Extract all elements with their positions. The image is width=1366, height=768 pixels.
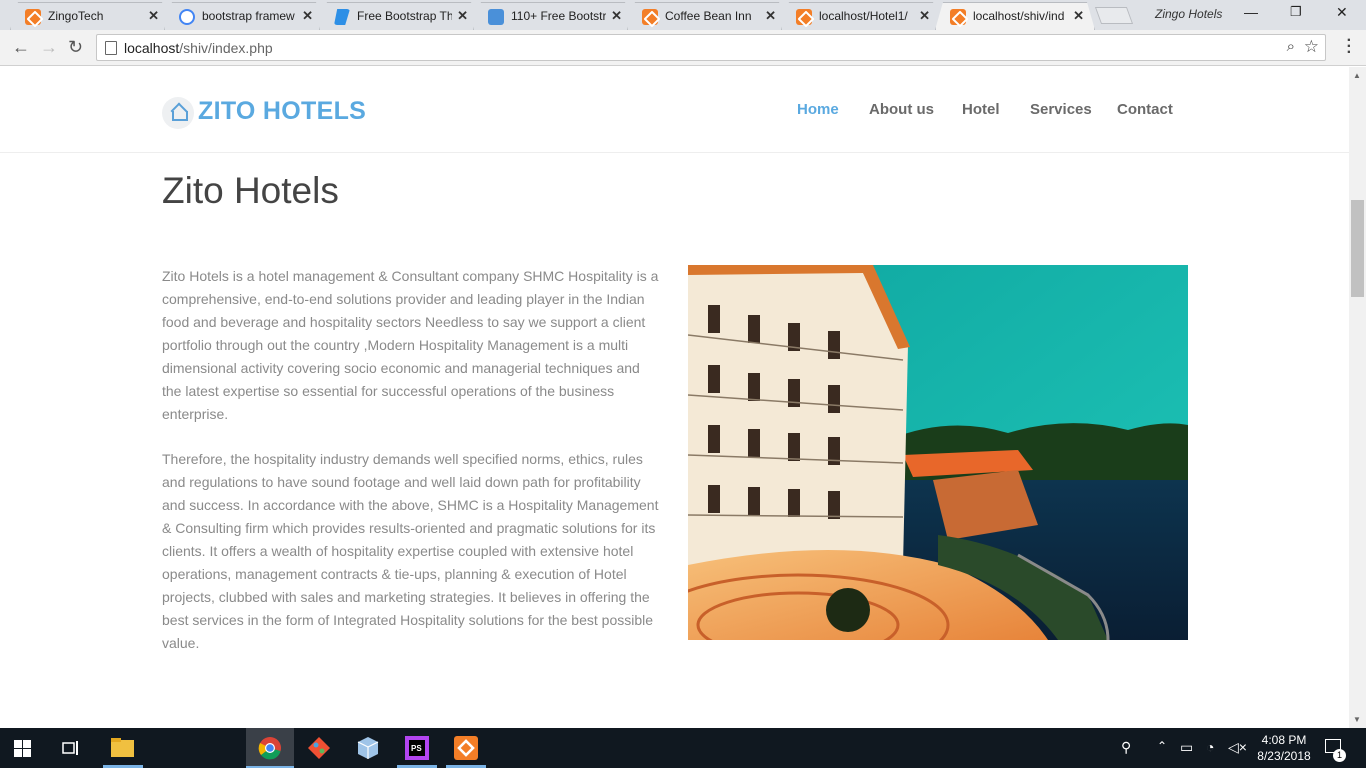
- bookmark-star-icon[interactable]: ☆: [1304, 37, 1319, 57]
- zoom-icon[interactable]: ⌕: [1287, 38, 1295, 55]
- site-header: ZITO HOTELS Home About us Hotel Services…: [0, 67, 1349, 153]
- google-icon: [179, 9, 195, 25]
- close-tab-icon[interactable]: ✕: [1073, 8, 1084, 24]
- people-icon[interactable]: ⚲: [1121, 739, 1131, 756]
- close-tab-icon[interactable]: ✕: [148, 8, 159, 24]
- sourcetree-icon[interactable]: [307, 736, 331, 760]
- page-info-icon[interactable]: [105, 41, 117, 55]
- file-icon: [488, 9, 504, 25]
- page-scrollbar[interactable]: ▲ ▼: [1349, 67, 1366, 728]
- scroll-up-icon[interactable]: ▲: [1353, 71, 1361, 80]
- notification-count-badge: 1: [1333, 749, 1346, 762]
- windows-taskbar: PS ⚲ ⌃ ▭ ◔ ◁× 4:08 PM 8/23/2018 1: [0, 728, 1366, 768]
- page-viewport: ZITO HOTELS Home About us Hotel Services…: [0, 67, 1349, 728]
- scroll-down-icon[interactable]: ▼: [1353, 715, 1361, 724]
- home-logo-icon[interactable]: [162, 97, 194, 129]
- page-title: Zito Hotels: [162, 170, 339, 211]
- xampp-icon: [796, 9, 812, 25]
- hotel-photo: [688, 265, 1188, 640]
- browser-tab[interactable]: ZingoTech ✕: [10, 2, 170, 30]
- tray-chevron-icon[interactable]: ⌃: [1157, 739, 1167, 753]
- browser-toolbar: ← → ↻ localhost/shiv/index.php ⌕ ☆ · · ·: [0, 30, 1366, 66]
- browser-tab[interactable]: 110+ Free Bootstr ✕: [473, 2, 633, 30]
- battery-icon[interactable]: ▭: [1180, 739, 1193, 756]
- clock-date: 8/23/2018: [1257, 749, 1311, 763]
- about-text: Zito Hotels is a hotel management & Cons…: [162, 265, 662, 677]
- nav-hotel[interactable]: Hotel: [962, 101, 1000, 118]
- bootstrap-icon: [334, 9, 350, 25]
- tab-title: 110+ Free Bootstr: [511, 9, 606, 23]
- about-paragraph: Therefore, the hospitality industry dema…: [162, 451, 659, 651]
- address-bar[interactable]: localhost/shiv/index.php ⌕ ☆: [96, 34, 1326, 61]
- url-host: localhost: [124, 40, 180, 56]
- close-tab-icon[interactable]: ✕: [765, 8, 776, 24]
- url-text[interactable]: localhost/shiv/index.php: [124, 40, 273, 56]
- tab-title: localhost/shiv/ind: [973, 9, 1065, 23]
- xampp-icon: [642, 9, 658, 25]
- nav-contact[interactable]: Contact: [1117, 101, 1173, 118]
- close-tab-icon[interactable]: ✕: [919, 8, 930, 24]
- close-tab-icon[interactable]: ✕: [302, 8, 313, 24]
- xampp-icon[interactable]: [454, 736, 478, 760]
- new-tab-button[interactable]: [1094, 7, 1134, 24]
- close-tab-icon[interactable]: ✕: [457, 8, 468, 24]
- volume-muted-icon[interactable]: ◁×: [1228, 739, 1247, 756]
- nav-home[interactable]: Home: [797, 101, 839, 118]
- back-icon[interactable]: ←: [12, 37, 30, 58]
- chrome-icon[interactable]: [258, 736, 282, 760]
- tab-title: Coffee Bean Inn: [665, 9, 752, 23]
- tab-title: ZingoTech: [48, 9, 104, 23]
- tab-title: localhost/Hotel1/: [819, 9, 908, 23]
- browser-tab-active[interactable]: localhost/shiv/ind ✕: [935, 2, 1095, 30]
- close-window-button[interactable]: ✕: [1336, 4, 1348, 21]
- browser-tab[interactable]: Free Bootstrap Th ✕: [319, 2, 479, 30]
- tab-title: Free Bootstrap Th: [357, 9, 452, 23]
- close-tab-icon[interactable]: ✕: [611, 8, 622, 24]
- url-path: /shiv/index.php: [179, 40, 273, 56]
- phpstorm-icon[interactable]: PS: [405, 736, 429, 760]
- forward-icon[interactable]: →: [40, 37, 58, 58]
- minimize-button[interactable]: —: [1244, 4, 1258, 20]
- reload-icon[interactable]: ↻: [68, 37, 83, 58]
- system-clock[interactable]: 4:08 PM 8/23/2018: [1253, 732, 1315, 764]
- browser-menu-icon[interactable]: · · ·: [1347, 33, 1352, 61]
- clock-time: 4:08 PM: [1261, 733, 1307, 747]
- site-brand[interactable]: ZITO HOTELS: [198, 97, 366, 126]
- nav-services[interactable]: Services: [1030, 101, 1092, 118]
- nav-about-us[interactable]: About us: [869, 101, 934, 118]
- svg-text:PS: PS: [411, 744, 422, 753]
- browser-tab-strip: ZingoTech ✕ bootstrap framew ✕ Free Boot…: [0, 0, 1366, 30]
- scrollbar-thumb[interactable]: [1351, 200, 1364, 297]
- browser-tab[interactable]: Coffee Bean Inn ✕: [627, 2, 787, 30]
- tab-title: bootstrap framew: [202, 9, 295, 23]
- xampp-icon: [950, 9, 966, 25]
- xampp-icon: [25, 9, 41, 25]
- file-explorer-icon[interactable]: [111, 738, 134, 757]
- browser-tab[interactable]: localhost/Hotel1/ ✕: [781, 2, 941, 30]
- browser-tab[interactable]: bootstrap framew ✕: [164, 2, 324, 30]
- wifi-icon[interactable]: ◔: [1206, 739, 1214, 755]
- restore-button[interactable]: ❐: [1290, 4, 1302, 20]
- virtualbox-icon[interactable]: [356, 736, 380, 760]
- task-view-icon[interactable]: [62, 740, 80, 756]
- windows-start-icon[interactable]: [14, 740, 31, 757]
- profile-name[interactable]: Zingo Hotels: [1155, 7, 1222, 21]
- about-paragraph: Zito Hotels is a hotel management & Cons…: [162, 268, 659, 422]
